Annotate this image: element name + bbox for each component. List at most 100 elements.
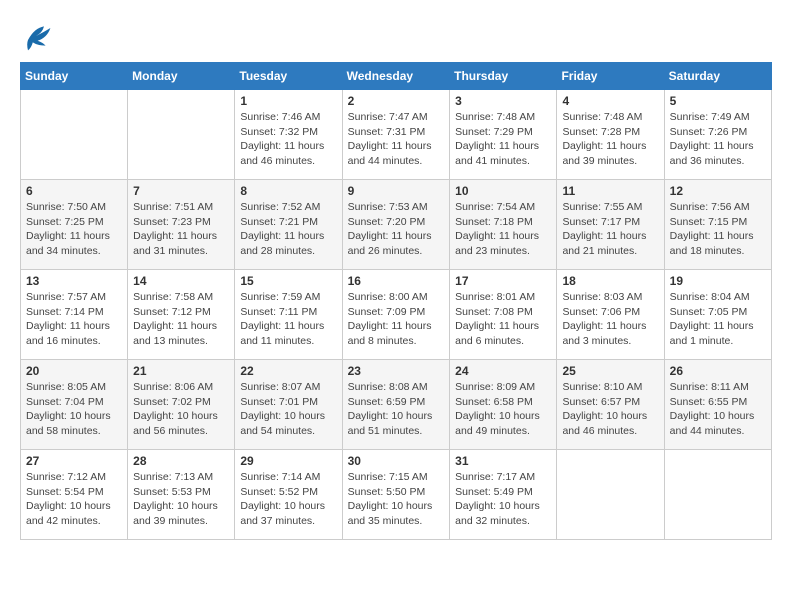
- day-cell: 19Sunrise: 8:04 AM Sunset: 7:05 PM Dayli…: [664, 270, 771, 360]
- day-cell: 27 Sunrise: 7:12 AM Sunset: 5:54 PM Dayli…: [21, 450, 128, 540]
- calendar-body: 1 Sunrise: 7:46 AM Sunset: 7:32 PM Daylig…: [21, 90, 772, 540]
- day-number: 17: [455, 274, 551, 288]
- day-info: Sunrise: 8:01 AM Sunset: 7:08 PM Dayligh…: [455, 290, 551, 349]
- day-cell: 17 Sunrise: 8:01 AM Sunset: 7:08 PM Dayli…: [450, 270, 557, 360]
- day-number: 8: [240, 184, 336, 198]
- day-cell: 21 Sunrise: 8:06 AM Sunset: 7:02 PM Dayli…: [128, 360, 235, 450]
- day-info: Sunrise: 7:52 AM Sunset: 7:21 PM Dayligh…: [240, 200, 336, 259]
- day-info: Sunrise: 8:00 AM Sunset: 7:09 PM Dayligh…: [348, 290, 445, 349]
- calendar-table: SundayMondayTuesdayWednesdayThursdayFrid…: [20, 62, 772, 540]
- day-info: Sunrise: 7:59 AM Sunset: 7:11 PM Dayligh…: [240, 290, 336, 349]
- day-info: Sunrise: 8:06 AM Sunset: 7:02 PM Dayligh…: [133, 380, 229, 439]
- day-info: Sunrise: 7:49 AM Sunset: 7:26 PM Dayligh…: [670, 110, 766, 169]
- header-cell-friday: Friday: [557, 63, 664, 90]
- day-cell: 10 Sunrise: 7:54 AM Sunset: 7:18 PM Dayli…: [450, 180, 557, 270]
- day-number: 11: [562, 184, 658, 198]
- day-cell: 12Sunrise: 7:56 AM Sunset: 7:15 PM Dayli…: [664, 180, 771, 270]
- day-number: 31: [455, 454, 551, 468]
- day-info: Sunrise: 8:10 AM Sunset: 6:57 PM Dayligh…: [562, 380, 658, 439]
- day-info: Sunrise: 8:04 AM Sunset: 7:05 PM Dayligh…: [670, 290, 766, 349]
- day-info: Sunrise: 7:47 AM Sunset: 7:31 PM Dayligh…: [348, 110, 445, 169]
- day-info: Sunrise: 7:54 AM Sunset: 7:18 PM Dayligh…: [455, 200, 551, 259]
- day-number: 18: [562, 274, 658, 288]
- day-info: Sunrise: 7:48 AM Sunset: 7:28 PM Dayligh…: [562, 110, 658, 169]
- header-cell-wednesday: Wednesday: [342, 63, 450, 90]
- day-cell: 24 Sunrise: 8:09 AM Sunset: 6:58 PM Dayli…: [450, 360, 557, 450]
- header-cell-thursday: Thursday: [450, 63, 557, 90]
- day-number: 4: [562, 94, 658, 108]
- day-cell: 1 Sunrise: 7:46 AM Sunset: 7:32 PM Daylig…: [235, 90, 342, 180]
- day-cell: 3Sunrise: 7:48 AM Sunset: 7:29 PM Daylig…: [450, 90, 557, 180]
- day-info: Sunrise: 7:12 AM Sunset: 5:54 PM Dayligh…: [26, 470, 122, 529]
- day-cell: 2Sunrise: 7:47 AM Sunset: 7:31 PM Daylig…: [342, 90, 450, 180]
- header-cell-monday: Monday: [128, 63, 235, 90]
- week-row-3: 13Sunrise: 7:57 AM Sunset: 7:14 PM Dayli…: [21, 270, 772, 360]
- day-info: Sunrise: 7:48 AM Sunset: 7:29 PM Dayligh…: [455, 110, 551, 169]
- day-cell: 6 Sunrise: 7:50 AM Sunset: 7:25 PM Daylig…: [21, 180, 128, 270]
- week-row-2: 6 Sunrise: 7:50 AM Sunset: 7:25 PM Daylig…: [21, 180, 772, 270]
- logo-icon: [20, 20, 52, 52]
- day-cell: 30 Sunrise: 7:15 AM Sunset: 5:50 PM Dayli…: [342, 450, 450, 540]
- day-cell: 18Sunrise: 8:03 AM Sunset: 7:06 PM Dayli…: [557, 270, 664, 360]
- day-cell: 5 Sunrise: 7:49 AM Sunset: 7:26 PM Daylig…: [664, 90, 771, 180]
- day-number: 13: [26, 274, 122, 288]
- day-cell: 11 Sunrise: 7:55 AM Sunset: 7:17 PM Dayli…: [557, 180, 664, 270]
- day-cell: 9 Sunrise: 7:53 AM Sunset: 7:20 PM Daylig…: [342, 180, 450, 270]
- day-cell: [664, 450, 771, 540]
- week-row-1: 1 Sunrise: 7:46 AM Sunset: 7:32 PM Daylig…: [21, 90, 772, 180]
- day-cell: [557, 450, 664, 540]
- day-cell: 16 Sunrise: 8:00 AM Sunset: 7:09 PM Dayli…: [342, 270, 450, 360]
- day-info: Sunrise: 7:17 AM Sunset: 5:49 PM Dayligh…: [455, 470, 551, 529]
- calendar-header: SundayMondayTuesdayWednesdayThursdayFrid…: [21, 63, 772, 90]
- day-info: Sunrise: 7:14 AM Sunset: 5:52 PM Dayligh…: [240, 470, 336, 529]
- day-info: Sunrise: 8:07 AM Sunset: 7:01 PM Dayligh…: [240, 380, 336, 439]
- day-info: Sunrise: 7:15 AM Sunset: 5:50 PM Dayligh…: [348, 470, 445, 529]
- day-info: Sunrise: 7:55 AM Sunset: 7:17 PM Dayligh…: [562, 200, 658, 259]
- day-number: 24: [455, 364, 551, 378]
- day-number: 5: [670, 94, 766, 108]
- day-number: 22: [240, 364, 336, 378]
- day-info: Sunrise: 8:09 AM Sunset: 6:58 PM Dayligh…: [455, 380, 551, 439]
- day-cell: 7Sunrise: 7:51 AM Sunset: 7:23 PM Daylig…: [128, 180, 235, 270]
- day-number: 27: [26, 454, 122, 468]
- day-number: 12: [670, 184, 766, 198]
- day-number: 10: [455, 184, 551, 198]
- day-cell: 15 Sunrise: 7:59 AM Sunset: 7:11 PM Dayli…: [235, 270, 342, 360]
- day-number: 15: [240, 274, 336, 288]
- week-row-5: 27 Sunrise: 7:12 AM Sunset: 5:54 PM Dayli…: [21, 450, 772, 540]
- day-cell: 23 Sunrise: 8:08 AM Sunset: 6:59 PM Dayli…: [342, 360, 450, 450]
- day-number: 25: [562, 364, 658, 378]
- page-header: [20, 20, 772, 52]
- day-cell: 4 Sunrise: 7:48 AM Sunset: 7:28 PM Daylig…: [557, 90, 664, 180]
- day-number: 29: [240, 454, 336, 468]
- day-info: Sunrise: 7:58 AM Sunset: 7:12 PM Dayligh…: [133, 290, 229, 349]
- day-number: 9: [348, 184, 445, 198]
- day-info: Sunrise: 7:50 AM Sunset: 7:25 PM Dayligh…: [26, 200, 122, 259]
- day-cell: 29 Sunrise: 7:14 AM Sunset: 5:52 PM Dayli…: [235, 450, 342, 540]
- day-cell: 13Sunrise: 7:57 AM Sunset: 7:14 PM Dayli…: [21, 270, 128, 360]
- header-cell-tuesday: Tuesday: [235, 63, 342, 90]
- day-number: 30: [348, 454, 445, 468]
- day-info: Sunrise: 8:08 AM Sunset: 6:59 PM Dayligh…: [348, 380, 445, 439]
- week-row-4: 20Sunrise: 8:05 AM Sunset: 7:04 PM Dayli…: [21, 360, 772, 450]
- day-cell: 22 Sunrise: 8:07 AM Sunset: 7:01 PM Dayli…: [235, 360, 342, 450]
- day-cell: 8 Sunrise: 7:52 AM Sunset: 7:21 PM Daylig…: [235, 180, 342, 270]
- header-row: SundayMondayTuesdayWednesdayThursdayFrid…: [21, 63, 772, 90]
- day-cell: 14 Sunrise: 7:58 AM Sunset: 7:12 PM Dayli…: [128, 270, 235, 360]
- day-cell: 28Sunrise: 7:13 AM Sunset: 5:53 PM Dayli…: [128, 450, 235, 540]
- day-number: 26: [670, 364, 766, 378]
- day-info: Sunrise: 7:13 AM Sunset: 5:53 PM Dayligh…: [133, 470, 229, 529]
- day-number: 7: [133, 184, 229, 198]
- day-number: 21: [133, 364, 229, 378]
- day-info: Sunrise: 7:53 AM Sunset: 7:20 PM Dayligh…: [348, 200, 445, 259]
- day-number: 1: [240, 94, 336, 108]
- day-info: Sunrise: 7:46 AM Sunset: 7:32 PM Dayligh…: [240, 110, 336, 169]
- day-number: 20: [26, 364, 122, 378]
- day-number: 16: [348, 274, 445, 288]
- day-cell: 26Sunrise: 8:11 AM Sunset: 6:55 PM Dayli…: [664, 360, 771, 450]
- header-cell-saturday: Saturday: [664, 63, 771, 90]
- day-number: 23: [348, 364, 445, 378]
- day-number: 14: [133, 274, 229, 288]
- day-number: 6: [26, 184, 122, 198]
- header-cell-sunday: Sunday: [21, 63, 128, 90]
